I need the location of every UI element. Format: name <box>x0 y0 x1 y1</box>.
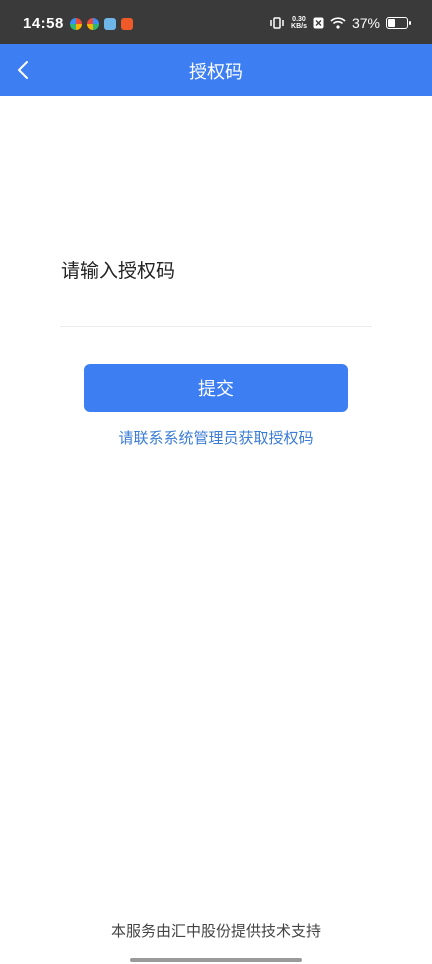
footer-support-text: 本服务由汇中股份提供技术支持 <box>110 922 321 940</box>
battery-percentage: 37% <box>351 15 380 31</box>
page-title: 授权码 <box>189 62 243 83</box>
auth-code-label: 请输入授权码 <box>61 260 176 282</box>
no-sim-icon <box>313 17 324 29</box>
auth-code-input[interactable] <box>60 290 372 327</box>
network-speed-value: 0.30 <box>292 16 306 23</box>
app-header: 授权码 <box>0 44 432 96</box>
status-time: 14:58 <box>23 15 64 32</box>
wifi-icon <box>330 17 346 29</box>
network-speed: 0.30 KB/s <box>291 16 307 30</box>
notification-icons <box>70 18 133 30</box>
contact-admin-link[interactable]: 请联系系统管理员获取授权码 <box>0 427 432 448</box>
submit-button[interactable]: 提交 <box>84 364 348 412</box>
network-speed-unit: KB/s <box>291 23 307 30</box>
status-bar: 14:58 0.30 KB/s 37% <box>0 0 432 44</box>
home-indicator[interactable] <box>130 958 302 962</box>
status-indicators: 0.30 KB/s 37% <box>269 15 411 31</box>
battery-icon <box>386 17 411 29</box>
app-notification-icon <box>70 18 82 30</box>
vibrate-icon <box>270 17 284 29</box>
app-notification-icon <box>87 18 99 30</box>
app-notification-icon <box>104 18 116 30</box>
app-notification-icon <box>121 18 133 30</box>
